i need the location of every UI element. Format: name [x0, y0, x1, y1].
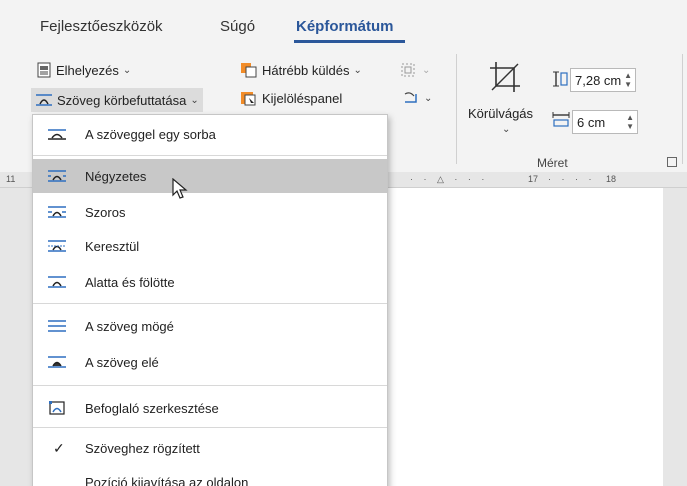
wrap-text-icon	[36, 94, 52, 106]
group-divider	[456, 54, 457, 164]
tab-sugo[interactable]: Súgó	[220, 18, 255, 35]
menu-item-label: A szöveggel egy sorba	[85, 126, 216, 142]
menu-item-label: Keresztül	[85, 238, 140, 254]
menu-item-in-line[interactable]: A szöveggel egy sorba	[33, 117, 387, 151]
menu-item-label: A szöveg elé	[85, 354, 159, 370]
szoveg-korbefuttatasa-button[interactable]: Szöveg körbefuttatása ⌄	[31, 88, 203, 112]
menu-item-move-with-text[interactable]: ✓ Szöveghez rögzített	[33, 431, 387, 465]
shape-width-icon	[552, 112, 570, 127]
behind-text-icon	[48, 320, 66, 332]
ruler-ticks: · · △ · · ·	[410, 174, 489, 184]
active-tab-indicator	[294, 40, 405, 43]
send-backward-icon	[241, 63, 257, 78]
ruler-number: 18	[606, 174, 617, 184]
elhelyezes-label: Elhelyezés	[56, 62, 119, 78]
chevron-down-icon: ⌄	[190, 94, 199, 106]
menu-item-label: Szöveghez rögzített	[85, 440, 200, 456]
tab-bar: Fejlesztőeszközök Súgó Képformátum	[0, 0, 687, 44]
document-page[interactable]	[380, 188, 663, 486]
menu-separator	[33, 155, 387, 156]
group-icon	[401, 63, 415, 77]
menu-separator	[33, 385, 387, 386]
mouse-cursor-icon	[172, 178, 188, 199]
edit-wrap-points-icon	[49, 401, 65, 415]
checkmark-icon: ✓	[53, 439, 65, 456]
selection-pane-icon	[241, 92, 256, 106]
menu-item-label: Négyzetes	[85, 168, 147, 184]
menu-item-label: Pozíció kijavítása az oldalon	[85, 474, 249, 486]
menu-item-behind-text[interactable]: A szöveg mögé	[33, 309, 387, 343]
crop-icon	[490, 62, 520, 92]
meret-group-label: Méret	[537, 156, 568, 170]
menu-separator	[33, 303, 387, 304]
hatrebb-kuldes-button[interactable]: Hátrébb küldés ⌄	[240, 62, 362, 78]
wrap-text-dropdown-menu: A szöveggel egy sorba Négyzetes Szoros K…	[32, 114, 388, 486]
szoveg-korbefuttatasa-label: Szöveg körbefuttatása	[57, 92, 187, 108]
spin-arrows-icon[interactable]: ▲ ▼	[624, 71, 632, 89]
ruler-number: 11	[6, 174, 16, 184]
group-divider	[682, 54, 683, 164]
chevron-down-icon: ⌄	[122, 64, 132, 76]
menu-item-label: Szoros	[85, 204, 126, 220]
chevron-down-icon: ⌄	[424, 92, 433, 104]
chevron-down-icon: ⌄	[353, 64, 362, 76]
menu-item-top-bottom[interactable]: Alatta és fölötte	[33, 265, 387, 299]
width-field[interactable]: 6 cm ▲ ▼	[572, 110, 638, 134]
spin-arrows-icon[interactable]: ▲ ▼	[626, 113, 634, 131]
menu-separator	[33, 427, 387, 428]
shape-height-icon	[553, 71, 568, 87]
top-bottom-wrap-icon	[48, 276, 66, 288]
korulvagas-label: Körülvágás	[468, 106, 534, 121]
rotate-icon	[404, 92, 417, 103]
menu-item-tight[interactable]: Szoros	[33, 195, 387, 229]
crop-icon-wrap[interactable]	[488, 60, 522, 94]
menu-item-in-front-of-text[interactable]: A szöveg elé	[33, 345, 387, 379]
menu-item-square[interactable]: Négyzetes	[33, 159, 387, 193]
height-value: 7,28 cm	[575, 72, 622, 88]
menu-item-label: Alatta és fölötte	[85, 274, 175, 290]
menu-item-label: A szöveg mögé	[85, 318, 174, 334]
korulvagas-button[interactable]: Körülvágás	[468, 106, 533, 121]
chevron-down-icon: ⌄	[422, 64, 431, 76]
tab-fejlesztoeszkozok[interactable]: Fejlesztőeszközök	[40, 18, 163, 35]
tight-wrap-icon	[48, 206, 66, 218]
position-icon	[37, 62, 51, 78]
menu-item-through[interactable]: Keresztül	[33, 229, 387, 263]
group-button[interactable]: ⌄	[400, 62, 430, 78]
dialog-launcher-icon[interactable]	[667, 157, 677, 167]
hatrebb-kuldes-label: Hátrébb küldés	[262, 62, 350, 78]
kijelolespanel-button[interactable]: Kijelöléspanel	[240, 90, 342, 106]
kijelolespanel-label: Kijelöléspanel	[262, 90, 343, 106]
width-value: 6 cm	[577, 114, 606, 130]
in-front-text-icon	[48, 356, 66, 368]
through-wrap-icon	[48, 240, 66, 252]
tab-kepformatum[interactable]: Képformátum	[296, 18, 394, 35]
menu-item-label: Befoglaló szerkesztése	[85, 400, 219, 416]
height-field[interactable]: 7,28 cm ▲ ▼	[570, 68, 636, 92]
menu-item-fix-position[interactable]: Pozíció kijavítása az oldalon	[33, 465, 387, 486]
menu-item-edit-wrap-points[interactable]: Befoglaló szerkesztése	[33, 391, 387, 425]
ruler-number: 17	[528, 174, 539, 184]
elhelyezes-button[interactable]: Elhelyezés ⌄	[36, 62, 131, 78]
rotate-button[interactable]: ⌄	[402, 90, 432, 106]
ruler-ticks: · · · ·	[548, 174, 596, 184]
square-wrap-icon	[48, 170, 66, 182]
inline-wrap-icon	[48, 129, 66, 140]
chevron-down-icon[interactable]: ⌄	[502, 124, 510, 135]
